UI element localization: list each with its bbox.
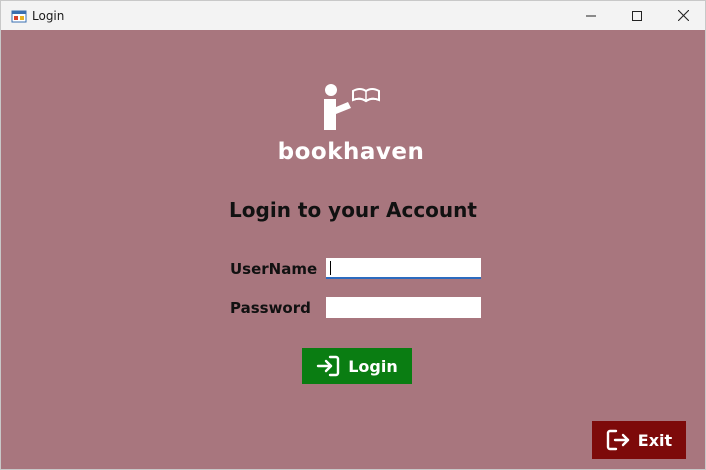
window-title: Login [32, 9, 65, 23]
title-bar[interactable]: Login [1, 1, 705, 30]
sign-in-arrow-icon [317, 355, 340, 377]
close-button[interactable] [660, 1, 705, 30]
close-icon [677, 10, 689, 21]
username-input[interactable] [326, 258, 481, 279]
sign-out-arrow-icon [606, 429, 629, 451]
maximize-icon [632, 10, 642, 21]
password-input[interactable] [326, 297, 481, 318]
minimize-button[interactable] [568, 1, 614, 30]
text-caret [330, 261, 331, 275]
login-button[interactable]: Login [302, 348, 412, 384]
page-title: Login to your Account [229, 198, 477, 222]
minimize-icon [586, 15, 596, 16]
login-window: Login bookhaven Login to your Account Us… [0, 0, 706, 470]
login-button-label: Login [348, 356, 398, 376]
brand-name: bookhaven [277, 139, 425, 165]
password-label: Password [230, 299, 311, 317]
exit-button-label: Exit [637, 430, 673, 450]
exit-button[interactable]: Exit [592, 421, 686, 459]
maximize-button[interactable] [614, 1, 660, 30]
login-form-panel: bookhaven Login to your Account UserName… [1, 30, 705, 469]
reader-with-book-icon [324, 84, 380, 130]
app-icon [11, 10, 27, 23]
username-label: UserName [230, 260, 318, 278]
